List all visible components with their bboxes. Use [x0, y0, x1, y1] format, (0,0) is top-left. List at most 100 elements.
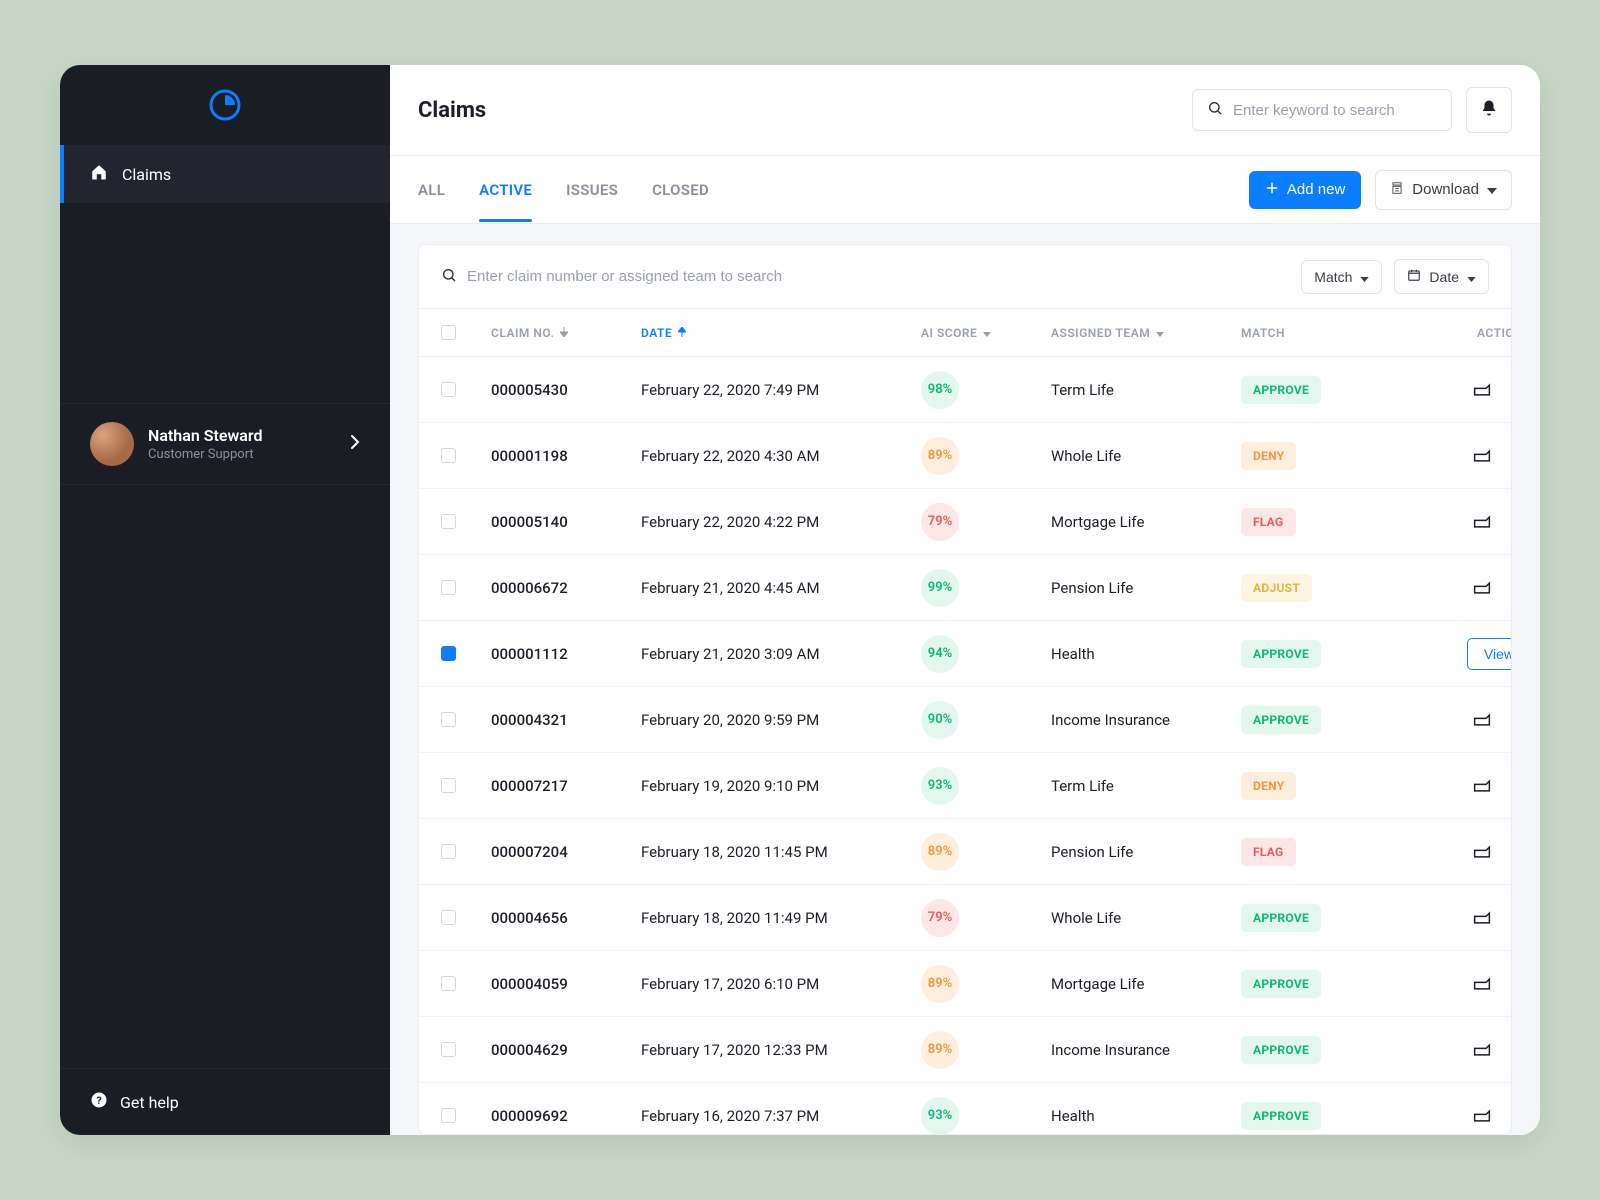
cell-date: February 21, 2020 4:45 AM	[641, 579, 921, 597]
sidebar-item-help[interactable]: ? Get help	[60, 1068, 390, 1135]
cell-claim-no: 000007217	[491, 777, 641, 795]
button-label: Download	[1412, 181, 1479, 198]
plus-icon	[1265, 181, 1279, 199]
open-box-icon[interactable]	[1473, 383, 1491, 397]
row-checkbox[interactable]	[441, 646, 491, 661]
home-icon	[90, 163, 108, 185]
row-checkbox[interactable]	[441, 844, 491, 859]
cell-actions: View	[1411, 638, 1511, 670]
row-checkbox[interactable]	[441, 1042, 491, 1057]
cell-claim-no: 000004656	[491, 909, 641, 927]
user-name: Nathan Steward	[148, 426, 336, 445]
app-window: Claims Nathan Steward Customer Support ?…	[60, 65, 1540, 1135]
table-row: 000009692February 16, 2020 7:37 PM93%Hea…	[419, 1083, 1511, 1135]
row-checkbox[interactable]	[441, 1108, 491, 1123]
cell-match: ADJUST	[1241, 574, 1411, 602]
sort-down-icon	[560, 326, 568, 340]
row-checkbox[interactable]	[441, 976, 491, 991]
sidebar: Claims Nathan Steward Customer Support ?…	[60, 65, 390, 1135]
open-box-icon[interactable]	[1473, 845, 1491, 859]
open-box-icon[interactable]	[1473, 1043, 1491, 1057]
tabbar: ALL ACTIVE ISSUES CLOSED Add new Download	[390, 156, 1540, 224]
table-search-input[interactable]	[467, 268, 1289, 285]
open-box-icon[interactable]	[1473, 977, 1491, 991]
cell-assigned-team: Whole Life	[1051, 909, 1241, 927]
notifications-button[interactable]	[1466, 87, 1512, 133]
row-checkbox[interactable]	[441, 382, 491, 397]
cell-date: February 22, 2020 4:30 AM	[641, 447, 921, 465]
open-box-icon[interactable]	[1473, 449, 1491, 463]
cell-match: APPROVE	[1241, 706, 1411, 734]
tab-issues[interactable]: ISSUES	[566, 159, 618, 221]
cell-assigned-team: Whole Life	[1051, 447, 1241, 465]
sidebar-item-claims[interactable]: Claims	[60, 145, 390, 203]
table-row: 000001112February 21, 2020 3:09 AM94%Hea…	[419, 621, 1511, 687]
table-filter-row: Match Date	[419, 245, 1511, 309]
help-icon: ?	[90, 1091, 108, 1113]
cell-actions	[1411, 1109, 1511, 1123]
svg-text:?: ?	[96, 1094, 101, 1107]
row-checkbox[interactable]	[441, 580, 491, 595]
open-box-icon[interactable]	[1473, 779, 1491, 793]
tab-closed[interactable]: CLOSED	[652, 159, 709, 221]
select-all-checkbox[interactable]	[441, 325, 491, 340]
table-row: 000006672February 21, 2020 4:45 AM99%Pen…	[419, 555, 1511, 621]
add-new-button[interactable]: Add new	[1249, 171, 1361, 209]
cell-claim-no: 000006672	[491, 579, 641, 597]
cell-match: APPROVE	[1241, 1036, 1411, 1064]
cell-assigned-team: Term Life	[1051, 381, 1241, 399]
cell-assigned-team: Pension Life	[1051, 579, 1241, 597]
date-filter-button[interactable]: Date	[1394, 259, 1489, 294]
cell-claim-no: 000004629	[491, 1041, 641, 1059]
cell-ai-score: 94%	[921, 635, 1051, 673]
page-title: Claims	[418, 98, 486, 123]
cell-date: February 19, 2020 9:10 PM	[641, 777, 921, 795]
table-search[interactable]	[441, 267, 1289, 287]
sidebar-user-card[interactable]: Nathan Steward Customer Support	[60, 403, 390, 485]
match-filter-button[interactable]: Match	[1301, 260, 1382, 294]
column-header-match[interactable]: MATCH	[1241, 326, 1411, 340]
open-box-icon[interactable]	[1473, 515, 1491, 529]
download-icon	[1390, 181, 1404, 199]
open-box-icon[interactable]	[1473, 713, 1491, 727]
row-checkbox[interactable]	[441, 712, 491, 727]
cell-claim-no: 000009692	[491, 1107, 641, 1125]
chevron-down-icon	[1467, 269, 1476, 285]
cell-claim-no: 000007204	[491, 843, 641, 861]
open-box-icon[interactable]	[1473, 911, 1491, 925]
column-header-date[interactable]: DATE	[641, 326, 921, 340]
cell-claim-no: 000005140	[491, 513, 641, 531]
table-row: 000005430February 22, 2020 7:49 PM98%Ter…	[419, 357, 1511, 423]
cell-actions	[1411, 581, 1511, 595]
open-box-icon[interactable]	[1473, 1109, 1491, 1123]
avatar	[90, 422, 134, 466]
search-input[interactable]	[1233, 102, 1437, 119]
sort-down-icon	[1156, 326, 1164, 340]
open-box-icon[interactable]	[1473, 581, 1491, 595]
view-button[interactable]: View	[1467, 638, 1511, 670]
cell-claim-no: 000004059	[491, 975, 641, 993]
row-checkbox[interactable]	[441, 514, 491, 529]
download-button[interactable]: Download	[1375, 170, 1512, 210]
table-row: 000005140February 22, 2020 4:22 PM79%Mor…	[419, 489, 1511, 555]
row-checkbox[interactable]	[441, 448, 491, 463]
logo-area	[60, 65, 390, 145]
search-icon	[441, 267, 457, 287]
column-header-assigned-team[interactable]: ASSIGNED TEAM	[1051, 326, 1241, 340]
cell-date: February 18, 2020 11:49 PM	[641, 909, 921, 927]
row-checkbox[interactable]	[441, 778, 491, 793]
cell-ai-score: 98%	[921, 371, 1051, 409]
cell-match: DENY	[1241, 442, 1411, 470]
column-header-claim-no[interactable]: CLAIM NO.	[491, 326, 641, 340]
button-label: Add new	[1287, 181, 1345, 198]
sort-up-icon	[678, 326, 686, 340]
column-header-ai-score[interactable]: AI SCORE	[921, 326, 1051, 340]
cell-actions	[1411, 977, 1511, 991]
tab-active[interactable]: ACTIVE	[479, 159, 532, 221]
main: Claims ALL ACTIVE ISSUES CLOSED	[390, 65, 1540, 1135]
row-checkbox[interactable]	[441, 910, 491, 925]
tab-all[interactable]: ALL	[418, 159, 445, 221]
cell-assigned-team: Health	[1051, 645, 1241, 663]
global-search[interactable]	[1192, 89, 1452, 131]
cell-ai-score: 89%	[921, 965, 1051, 1003]
